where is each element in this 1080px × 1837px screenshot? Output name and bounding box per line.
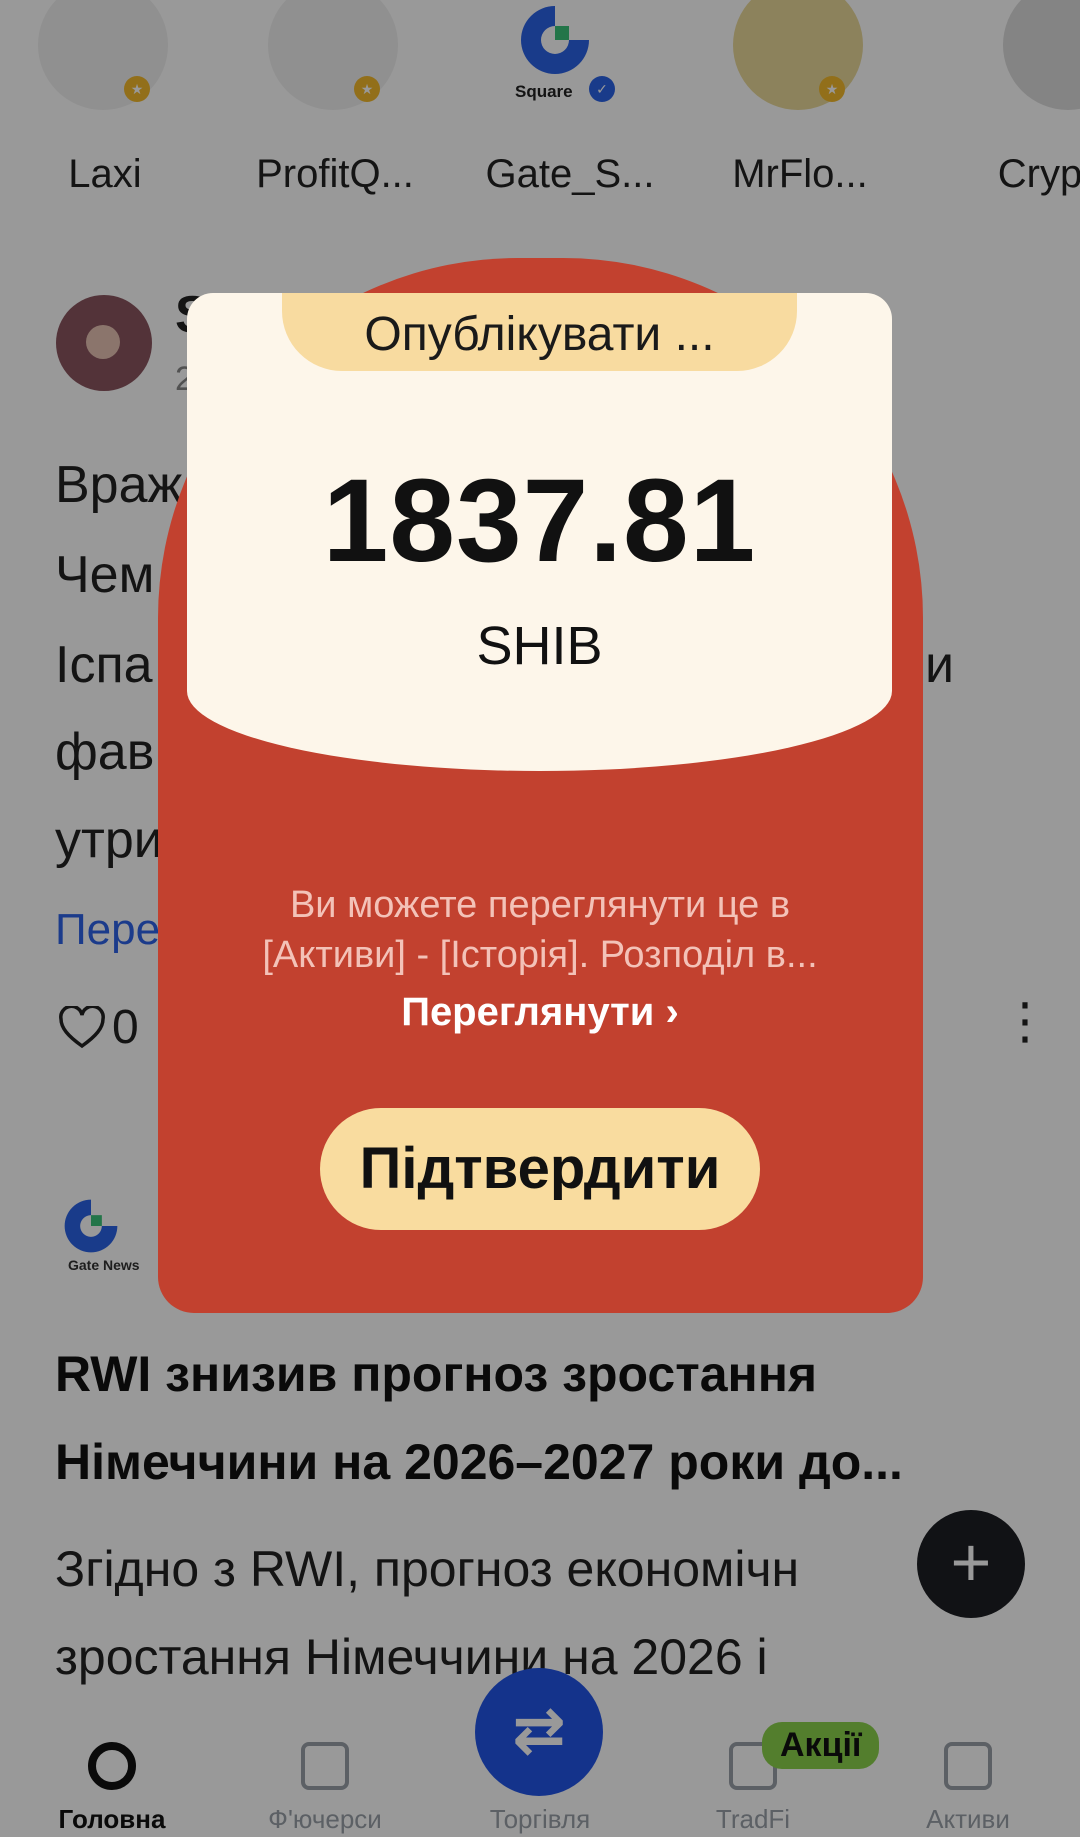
confirm-button[interactable]: Підтвердити (320, 1108, 760, 1230)
reward-info-text: Ви можете переглянути це в [Активи] - [І… (200, 880, 880, 980)
reward-card: Опублікувати ... 1837.81 SHIB (187, 293, 892, 771)
info-line: [Активи] - [Історія]. Розподіл в... (262, 934, 818, 976)
reward-currency: SHIB (476, 616, 603, 676)
publish-tab[interactable]: Опублікувати ... (282, 293, 797, 371)
info-line: Ви можете переглянути це в (289, 884, 791, 926)
view-history-link[interactable]: Переглянути › (0, 990, 1080, 1035)
reward-amount: 1837.81 (322, 455, 757, 587)
